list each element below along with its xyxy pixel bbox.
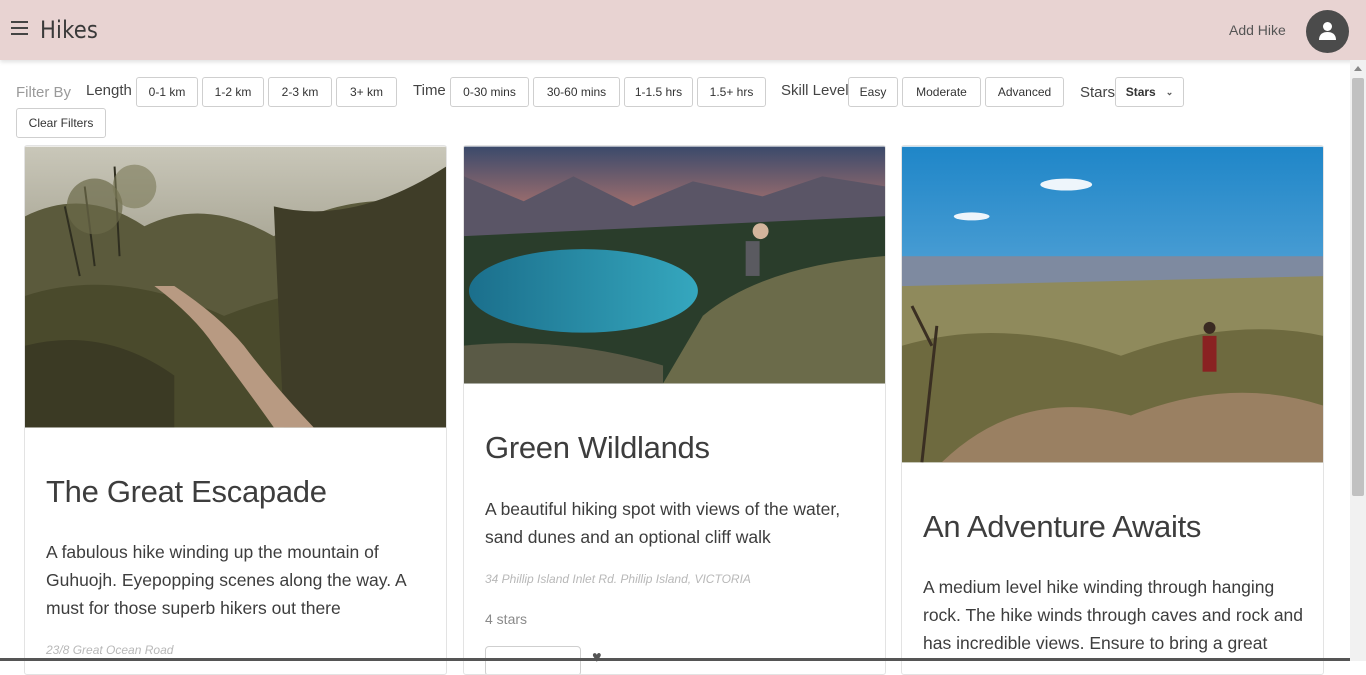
hike-stars: 4 stars — [485, 611, 528, 627]
hike-description: A medium level hike winding through hang… — [923, 577, 1304, 653]
length-3plus-km-button[interactable]: 3+ km — [336, 77, 397, 107]
hamburger-menu-icon[interactable] — [11, 20, 29, 36]
skill-easy-button[interactable]: Easy — [848, 77, 898, 107]
hike-image — [25, 146, 446, 428]
hike-description: A fabulous hike winding up the mountain … — [46, 542, 406, 618]
skill-level-label: Skill Level — [781, 82, 849, 99]
hike-image — [902, 146, 1323, 463]
page-scrollbar[interactable] — [1350, 60, 1366, 661]
top-navbar: Hikes Add Hike — [0, 0, 1366, 60]
length-0-1km-button[interactable]: 0-1 km — [136, 77, 198, 107]
hike-card[interactable]: An Adventure Awaits A medium level hike … — [901, 145, 1324, 675]
stars-label: Stars — [1080, 84, 1116, 101]
hike-title: The Great Escapade — [46, 474, 327, 509]
filter-by-label: Filter By — [16, 84, 72, 101]
hike-address: 23/8 Great Ocean Road — [46, 643, 174, 657]
skill-moderate-button[interactable]: Moderate — [902, 77, 981, 107]
add-hike-link[interactable]: Add Hike — [1229, 22, 1286, 38]
clear-filters-button[interactable]: Clear Filters — [16, 108, 106, 138]
app-title: Hikes — [40, 16, 99, 44]
hike-card[interactable]: Green Wildlands A beautiful hiking spot … — [463, 145, 886, 675]
scroll-up-arrow-icon[interactable] — [1354, 66, 1362, 71]
stars-select[interactable]: Stars ⌄ — [1115, 77, 1184, 107]
time-label: Time — [413, 82, 446, 99]
user-avatar[interactable] — [1306, 10, 1349, 53]
time-30-60-button[interactable]: 30-60 mins — [533, 77, 620, 107]
chevron-down-icon: ⌄ — [1165, 86, 1174, 97]
length-1-2km-button[interactable]: 1-2 km — [202, 77, 264, 107]
user-icon — [1319, 22, 1336, 40]
time-1.5plus-button[interactable]: 1.5+ hrs — [697, 77, 766, 107]
length-label: Length — [86, 82, 132, 99]
time-0-30-button[interactable]: 0-30 mins — [450, 77, 529, 107]
hike-title: Green Wildlands — [485, 430, 710, 465]
stars-select-value: Stars — [1125, 85, 1156, 99]
hike-title: An Adventure Awaits — [923, 509, 1202, 544]
hike-address: 34 Phillip Island Inlet Rd. Phillip Isla… — [485, 572, 751, 586]
hike-description: A beautiful hiking spot with views of th… — [485, 499, 841, 547]
length-2-3km-button[interactable]: 2-3 km — [268, 77, 332, 107]
scrollbar-thumb[interactable] — [1352, 78, 1364, 496]
time-1-1.5-button[interactable]: 1-1.5 hrs — [624, 77, 693, 107]
skill-advanced-button[interactable]: Advanced — [985, 77, 1064, 107]
hike-image — [464, 146, 885, 384]
hike-card[interactable]: The Great Escapade A fabulous hike windi… — [24, 145, 447, 675]
